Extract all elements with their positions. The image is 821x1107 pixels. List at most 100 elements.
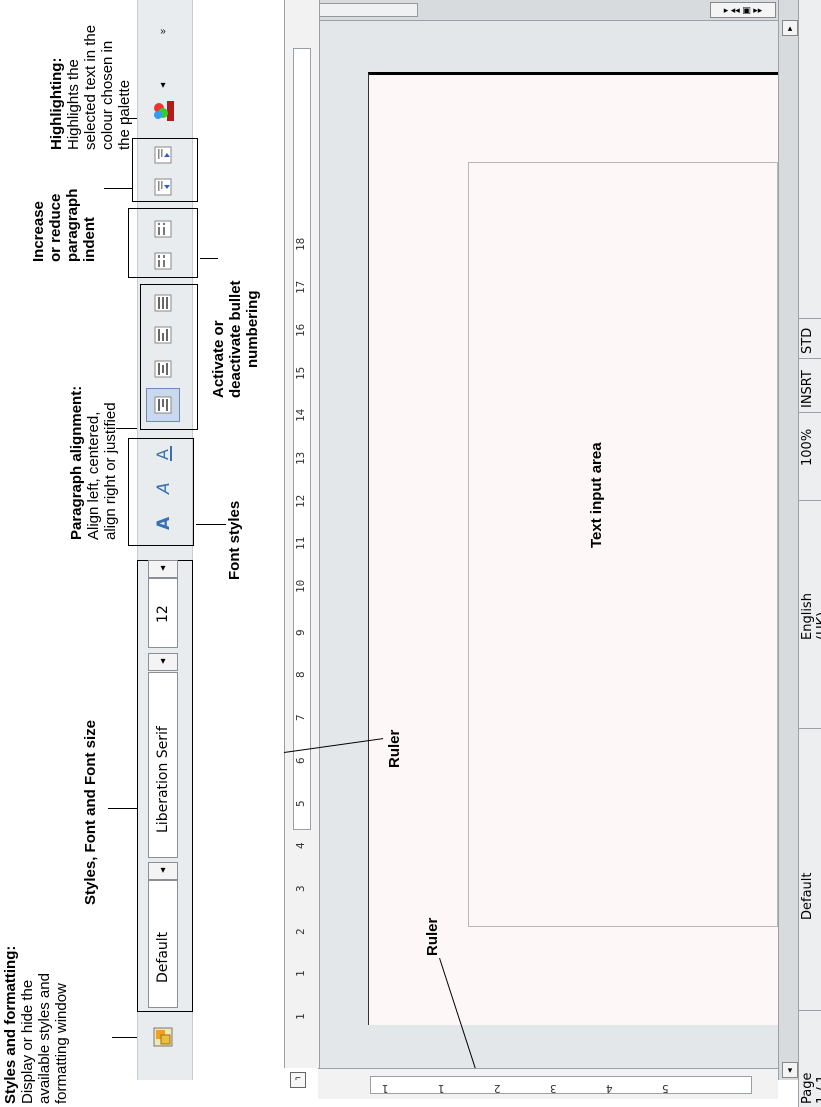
scroll-up-button[interactable]: ▴: [782, 20, 798, 36]
status-bar: [798, 0, 821, 1107]
font-name-dropdown-arrow[interactable]: ▾: [148, 653, 178, 671]
annotation-indent-line: indent: [81, 217, 98, 262]
annotation-font-styles-text: Font styles: [226, 500, 243, 580]
ruler-tick-label: 13: [294, 451, 307, 465]
leader-line: [196, 524, 226, 525]
underline-button[interactable]: A: [146, 436, 180, 470]
numbering-button[interactable]: [146, 244, 180, 278]
bold-icon: A: [154, 516, 174, 530]
scrollbar-thumb[interactable]: [306, 3, 418, 17]
ruler-tick-label: 5: [662, 1082, 669, 1095]
annotation-styles-title: Styles and formatting:: [2, 945, 19, 1104]
text-input-area[interactable]: [468, 162, 778, 927]
bullets-icon: [154, 220, 172, 238]
ruler-tick-label: 4: [294, 842, 307, 850]
annotation-ruler-left: Ruler: [424, 918, 441, 956]
chevron-down-icon: ▾: [160, 656, 166, 667]
chevron-down-icon: ▾: [160, 80, 166, 91]
align-right-icon: [154, 326, 172, 344]
status-separator: [798, 318, 821, 319]
annotation-styles-desc: available styles and: [36, 973, 53, 1104]
styles-formatting-button[interactable]: [146, 1020, 180, 1054]
annotation-styles-desc: formatting window: [53, 983, 70, 1104]
leader-line: [108, 808, 138, 809]
status-insert-mode[interactable]: INSRT: [800, 370, 815, 408]
ruler-horizontal-strip: [293, 48, 311, 830]
annotation-ruler-left-text: Ruler: [424, 917, 441, 956]
annotation-bullets-line: deactivate bullet: [227, 280, 244, 398]
ruler-tick-label: 1: [294, 1013, 307, 1020]
annotation-bullets-line: Activate or: [210, 320, 227, 398]
status-separator: [798, 1010, 821, 1011]
status-selection-mode[interactable]: STD: [800, 328, 815, 354]
status-page[interactable]: Page 1 / 1: [800, 1073, 821, 1104]
font-name-combo[interactable]: Liberation Serif: [148, 672, 178, 858]
increase-indent-icon: [154, 146, 172, 164]
align-center-button[interactable]: [146, 352, 180, 386]
bullets-button[interactable]: [146, 212, 180, 246]
annotation-alignment-desc: align right or justified: [102, 402, 119, 540]
vertical-scrollbar[interactable]: ▴ ▾: [778, 0, 799, 1080]
annotation-styles-formatting: Styles and formatting: Display or hide t…: [2, 946, 70, 1104]
annotation-highlighting-desc: Highlights the: [65, 59, 82, 150]
ruler-tick-label: 3: [294, 885, 307, 892]
ruler-tick-label: 14: [294, 408, 307, 423]
increase-indent-button[interactable]: [146, 138, 180, 172]
annotation-indent: Increase or reduce paragraph indent: [30, 189, 98, 262]
underline-icon: A: [153, 446, 172, 461]
ruler-tick-label: 1: [382, 1082, 389, 1095]
ruler-tick-label: 4: [606, 1082, 613, 1095]
annotation-alignment-desc: Align left, centered,: [85, 411, 102, 540]
annotation-text-area-text: Text input area: [588, 442, 605, 548]
ruler-tick-label: 8: [294, 671, 307, 679]
bold-button[interactable]: A: [146, 506, 180, 540]
status-zoom[interactable]: 100%: [800, 429, 815, 466]
italic-button[interactable]: A: [146, 470, 180, 504]
annotation-bullets-line: numbering: [244, 290, 261, 369]
italic-icon: A: [154, 482, 174, 495]
align-left-icon: [154, 396, 172, 414]
annotation-styles-desc: Display or hide the: [19, 979, 36, 1104]
annotation-font-block: Styles, Font and Font size: [82, 720, 99, 905]
ruler-tick-label: 12: [294, 494, 307, 508]
toolbar-overflow-button[interactable]: »: [148, 24, 178, 42]
annotation-font-styles: Font styles: [226, 501, 243, 580]
align-right-button[interactable]: [146, 318, 180, 352]
ruler-horizontal[interactable]: [284, 0, 320, 1068]
annotation-indent-line: or reduce: [47, 193, 64, 262]
chevron-down-icon: ▾: [160, 865, 166, 876]
annotation-highlighting: Highlighting: Highlights the selected te…: [48, 25, 133, 150]
horizontal-scrollbar[interactable]: ◂ ▸ ◂◂ ▣ ▸▸: [284, 0, 778, 21]
ruler-tick-label: 6: [294, 757, 307, 764]
annotation-indent-line: paragraph: [64, 188, 81, 262]
font-size-combo[interactable]: 12: [148, 578, 178, 648]
decrease-indent-button[interactable]: [146, 170, 180, 204]
font-size-dropdown-arrow[interactable]: ▾: [148, 560, 178, 578]
highlighting-icon: [154, 101, 174, 121]
ruler-vertical-strip: [370, 1076, 752, 1094]
highlighting-button[interactable]: [146, 94, 180, 128]
align-justify-button[interactable]: [146, 286, 180, 320]
paragraph-style-dropdown-arrow[interactable]: ▾: [148, 862, 178, 880]
styles-formatting-icon: [153, 1027, 173, 1047]
annotation-highlighting-title: Highlighting:: [48, 57, 65, 150]
scroll-down-button[interactable]: ▾: [782, 1062, 798, 1078]
paragraph-style-combo[interactable]: Default: [148, 880, 178, 1008]
ruler-tick-label: 17: [294, 280, 307, 295]
status-style[interactable]: Default: [800, 873, 815, 921]
annotation-highlighting-desc: the palette: [116, 79, 133, 150]
annotation-highlighting-desc: selected text in the: [82, 24, 99, 150]
align-left-button[interactable]: [146, 388, 180, 422]
tab-stop-selector[interactable]: ⌐: [290, 1072, 306, 1088]
page-navigation-buttons[interactable]: ▸ ◂◂ ▣ ▸▸: [710, 2, 776, 18]
font-name-value: Liberation Serif: [155, 726, 171, 833]
status-language[interactable]: English (UK): [800, 593, 821, 640]
annotation-bullets: Activate or deactivate bullet numbering: [210, 280, 261, 398]
chevron-down-icon: ▾: [160, 563, 166, 574]
ruler-tick-label: 2: [494, 1082, 501, 1095]
ruler-tick-label: 16: [294, 323, 307, 337]
ruler-tick-label: 2: [294, 927, 307, 935]
highlighting-dropdown-arrow[interactable]: ▾: [148, 78, 178, 96]
paragraph-style-value: Default: [155, 931, 171, 983]
ruler-tick-label: 10: [294, 579, 307, 593]
